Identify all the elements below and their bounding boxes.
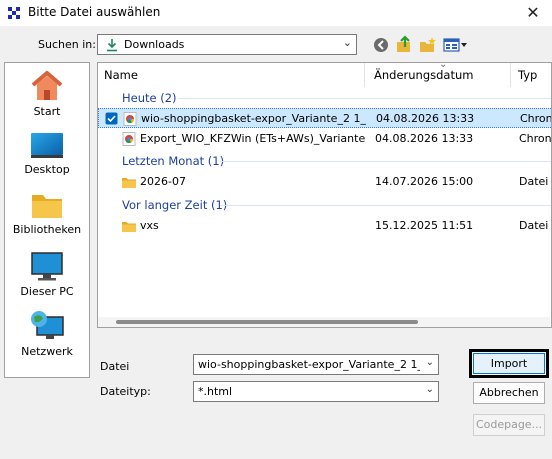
table-row[interactable]: 2026-07 14.07.2026 15:00 Datei [98, 172, 551, 192]
sidebar-item-label: Netzwerk [21, 345, 73, 358]
chrome-html-icon [122, 132, 136, 146]
sidebar-item-this-pc[interactable]: Dieser PC [5, 251, 89, 298]
file-name: 2026-07 [140, 175, 186, 188]
import-button[interactable]: Import [473, 353, 545, 374]
file-date: 15.12.2025 11:51 [375, 219, 474, 232]
home-icon [31, 71, 63, 100]
pc-icon [31, 252, 63, 281]
group-header-long-ago[interactable]: Vor langer Zeit (1) [98, 196, 551, 214]
chevron-down-icon: ⌄ [425, 384, 434, 395]
file-list[interactable]: Name Änderungsdatum ⌄ Typ Heute (2) wio-… [97, 62, 552, 328]
filetype-select[interactable]: *.html ⌄ [193, 381, 439, 402]
lookin-value: Downloads [124, 38, 185, 51]
filename-field[interactable]: wio-shoppingbasket-expor_Variante_2 1_20… [193, 354, 439, 375]
chevron-down-icon: ⌄ [342, 36, 352, 49]
folder-icon [122, 178, 136, 188]
lookin-label: Suchen in: [38, 38, 96, 51]
up-folder-icon[interactable] [395, 35, 415, 55]
file-type: Datei [519, 219, 549, 232]
sidebar-item-desktop[interactable]: Desktop [5, 131, 89, 176]
table-row[interactable]: Export_WIO_KFZWin (ETs+AWs)_Variante... … [98, 129, 552, 149]
filetype-value: *.html [198, 385, 233, 398]
file-name: vxs [140, 219, 159, 232]
places-sidebar: Start Desktop Bibliotheken Dieser PC Net… [4, 62, 90, 378]
codepage-button[interactable]: Codepage... [473, 414, 545, 436]
column-header-type[interactable]: Typ [512, 63, 551, 87]
view-menu-icon[interactable] [442, 35, 468, 55]
filename-label: Datei [100, 360, 130, 373]
new-folder-icon[interactable] [418, 35, 438, 55]
sidebar-item-label: Bibliotheken [12, 223, 82, 236]
window-title: Bitte Datei auswählen [28, 5, 161, 19]
sidebar-item-network[interactable]: Netzwerk [5, 309, 89, 358]
group-label: Vor langer Zeit (1) [122, 198, 228, 212]
checkbox-checked-icon[interactable] [105, 112, 118, 125]
file-date: 04.08.2026 13:33 [375, 132, 474, 145]
table-row[interactable]: vxs 15.12.2025 11:51 Datei [98, 216, 551, 236]
chrome-html-icon [123, 112, 137, 126]
cancel-button[interactable]: Abbrechen [473, 382, 545, 404]
back-icon[interactable] [372, 35, 392, 55]
sidebar-item-label: Dieser PC [20, 285, 74, 298]
table-row[interactable]: wio-shoppingbasket-expor_Variante_2 1_..… [98, 108, 552, 128]
file-type: Chron [519, 132, 552, 145]
sidebar-item-label: Desktop [24, 163, 70, 176]
group-header-last-month[interactable]: Letzten Monat (1) [98, 152, 551, 170]
sort-chevron-icon: ⌄ [439, 62, 448, 70]
file-date: 14.07.2026 15:00 [375, 175, 474, 188]
group-label: Letzten Monat (1) [122, 154, 225, 168]
file-name: wio-shoppingbasket-expor_Variante_2 1_..… [141, 112, 366, 125]
group-header-today[interactable]: Heute (2) [98, 89, 551, 107]
close-button[interactable]: ✕ [520, 2, 546, 24]
filename-value: wio-shoppingbasket-expor_Variante_2 1_20… [198, 358, 420, 371]
file-type: Chron [520, 112, 552, 125]
lookin-combo[interactable]: Downloads ⌄ [97, 34, 357, 55]
file-name: Export_WIO_KFZWin (ETs+AWs)_Variante... [140, 132, 365, 145]
filetype-label: Dateityp: [100, 385, 151, 398]
folder-icon [122, 222, 136, 232]
download-icon [107, 39, 117, 52]
desktop-icon [31, 133, 63, 158]
scrollbar-thumb[interactable] [116, 320, 418, 324]
file-date: 04.08.2026 13:33 [376, 112, 475, 125]
sidebar-item-label: Start [33, 105, 61, 118]
app-icon [8, 7, 20, 19]
column-header-name[interactable]: Name [98, 63, 365, 87]
network-icon [31, 311, 64, 339]
sidebar-item-start[interactable]: Start [5, 69, 89, 118]
group-label: Heute (2) [122, 91, 177, 105]
chevron-down-icon: ⌄ [425, 357, 434, 368]
sidebar-item-libraries[interactable]: Bibliotheken [5, 191, 89, 236]
file-type: Datei [519, 175, 549, 188]
libraries-icon [32, 195, 62, 218]
